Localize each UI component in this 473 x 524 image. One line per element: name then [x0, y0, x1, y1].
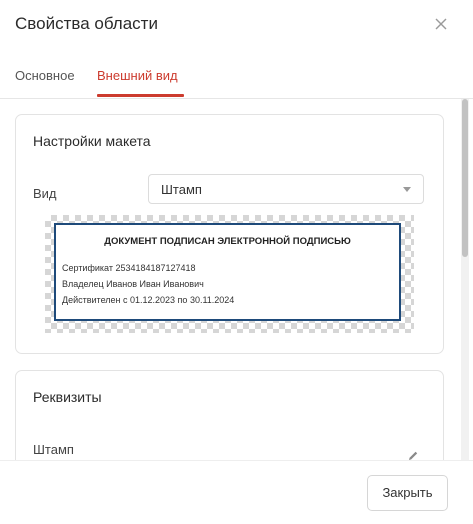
layout-settings-title: Настройки макета — [33, 133, 151, 149]
close-icon[interactable] — [430, 13, 452, 35]
tab-appearance[interactable]: Внешний вид — [97, 68, 178, 83]
scrollbar-thumb[interactable] — [462, 99, 468, 257]
close-button[interactable]: Закрыть — [367, 475, 448, 511]
view-label: Вид — [33, 186, 57, 201]
active-tab-indicator — [97, 94, 184, 97]
requisites-card: Реквизиты Штамп — [15, 370, 444, 460]
dialog-footer: Закрыть — [0, 460, 473, 524]
stamp-validity: Действителен с 01.12.2023 по 30.11.2024 — [62, 295, 235, 305]
tabs-bar: Основное Внешний вид — [0, 60, 473, 99]
dialog-title: Свойства области — [15, 14, 158, 33]
view-select-value: Штамп — [161, 182, 202, 197]
stamp-header: ДОКУМЕНТ ПОДПИСАН ЭЛЕКТРОННОЙ ПОДПИСЬЮ — [104, 236, 351, 247]
dialog-content: Настройки макета Вид Штамп ДОКУМЕНТ ПОДП… — [0, 99, 473, 460]
layout-settings-card: Настройки макета Вид Штамп ДОКУМЕНТ ПОДП… — [15, 114, 444, 354]
requisites-title: Реквизиты — [33, 389, 102, 405]
stamp-preview-area: ДОКУМЕНТ ПОДПИСАН ЭЛЕКТРОННОЙ ПОДПИСЬЮ С… — [45, 215, 414, 333]
dialog-header: Свойства области — [0, 0, 473, 52]
chevron-down-icon — [403, 187, 411, 192]
requisites-stamp-label: Штамп — [33, 442, 74, 457]
stamp-preview[interactable]: ДОКУМЕНТ ПОДПИСАН ЭЛЕКТРОННОЙ ПОДПИСЬЮ С… — [54, 223, 401, 321]
view-select[interactable]: Штамп — [148, 174, 424, 204]
stamp-owner: Владелец Иванов Иван Иванович — [62, 279, 204, 289]
stamp-certificate: Сертификат 2534184187127418 — [62, 263, 196, 273]
tab-main[interactable]: Основное — [15, 68, 75, 83]
area-properties-dialog: Свойства области Основное Внешний вид На… — [0, 0, 473, 524]
pencil-icon[interactable] — [406, 449, 420, 460]
